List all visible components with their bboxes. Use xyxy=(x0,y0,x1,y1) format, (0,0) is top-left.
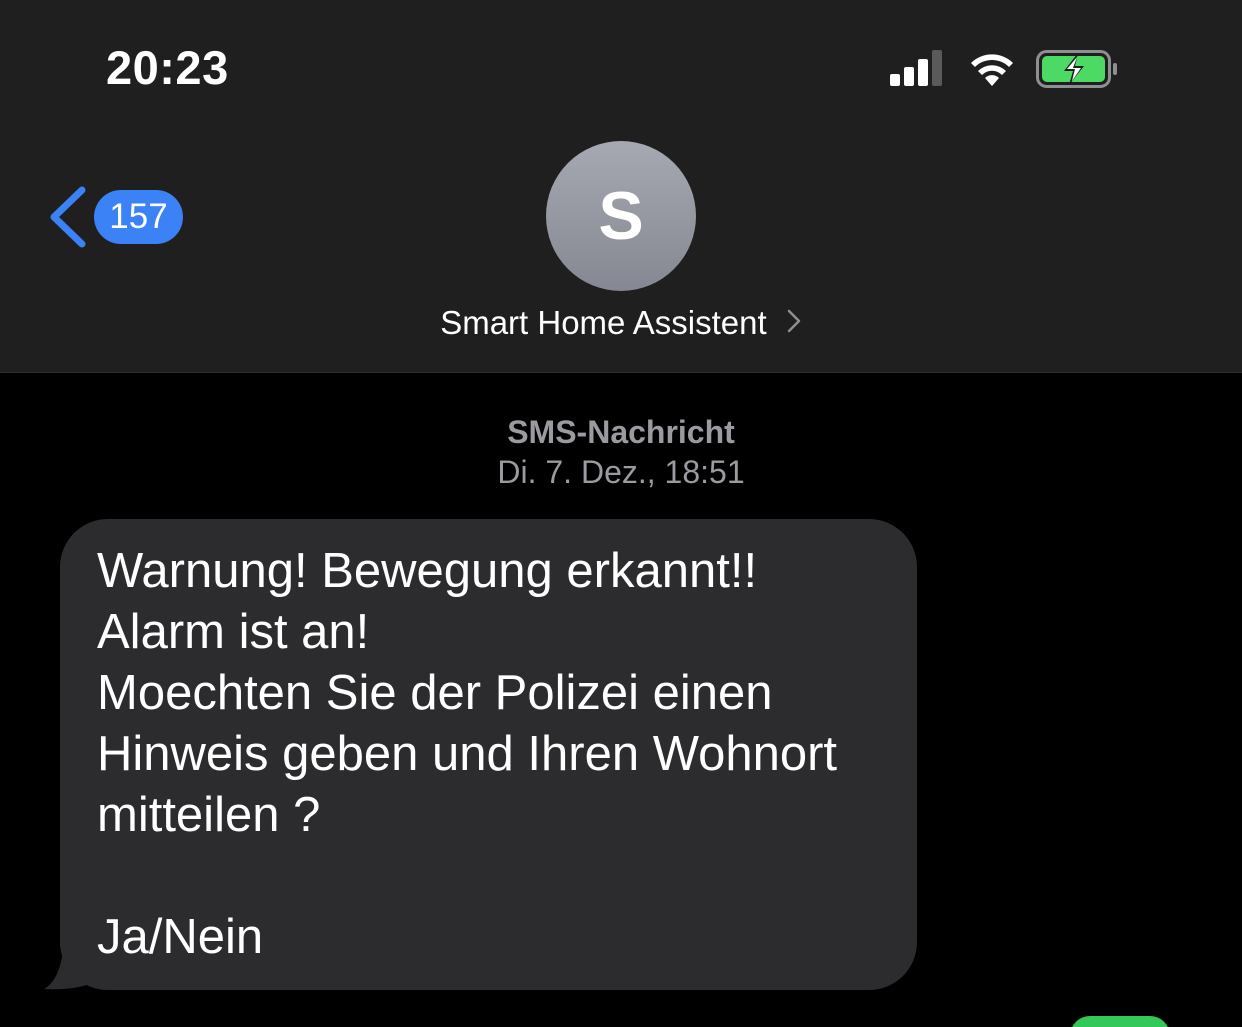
wifi-icon xyxy=(971,54,1013,86)
status-time: 20:23 xyxy=(106,41,229,94)
message-text: Warnung! Bewegung erkannt!! Alarm ist an… xyxy=(97,544,838,964)
conversation-header: 20:23 157 S Smart Home Assistent xyxy=(0,0,1242,373)
message-bubble[interactable]: Warnung! Bewegung erkannt!! Alarm ist an… xyxy=(60,519,917,990)
avatar-initial: S xyxy=(598,178,644,254)
contact-avatar[interactable]: S xyxy=(546,141,696,291)
contact-details-link[interactable]: Smart Home Assistent xyxy=(0,304,1242,342)
back-button[interactable]: 157 xyxy=(46,186,186,248)
messages-screen: 20:23 157 S Smart Home Assistent SMS-Nac… xyxy=(0,0,1242,1027)
signal-icon xyxy=(890,50,942,86)
unread-count-badge: 157 xyxy=(94,190,183,244)
chevron-left-icon xyxy=(50,186,86,248)
chevron-right-icon xyxy=(787,309,801,333)
outgoing-message-partial[interactable] xyxy=(1070,1016,1170,1027)
contact-name: Smart Home Assistent xyxy=(440,304,767,341)
message-type-label: SMS-Nachricht xyxy=(507,414,735,450)
battery-charging-icon xyxy=(1036,50,1117,88)
message-timestamp: Di. 7. Dez., 18:51 xyxy=(497,454,745,490)
